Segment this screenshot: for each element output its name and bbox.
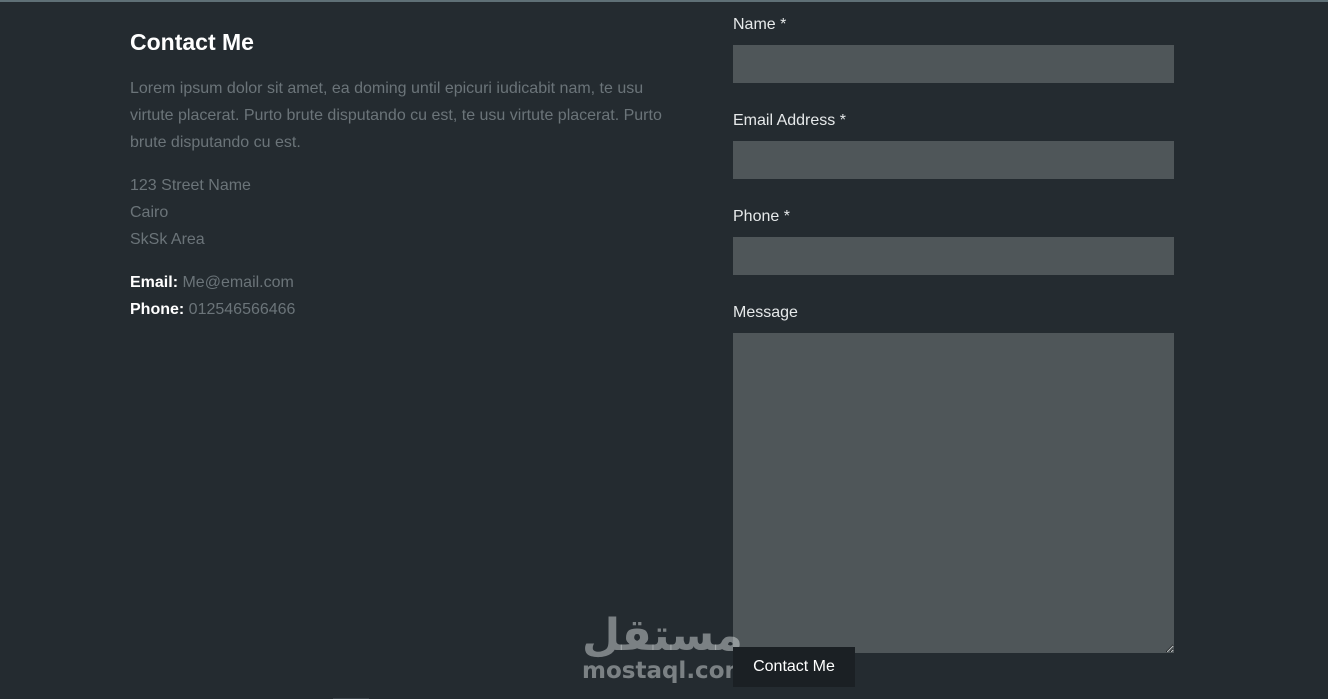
email-value: Me@email.com xyxy=(182,274,294,291)
email-label: Email Address * xyxy=(733,112,846,129)
address-line: 123 Street Name xyxy=(130,177,251,194)
message-textarea[interactable] xyxy=(733,333,1174,653)
contact-form: Name * Email Address * Phone * Message xyxy=(733,15,1174,653)
name-label: Name * xyxy=(733,16,787,33)
watermark-text: mostaql.com xyxy=(582,658,749,684)
contact-me-button[interactable]: Contact Me xyxy=(733,647,855,687)
section-title: Contact Me xyxy=(130,29,254,55)
name-input[interactable] xyxy=(733,45,1174,83)
email-line: Email: Me@email.com xyxy=(130,269,675,296)
address-block: 123 Street Name Cairo SkSk Area xyxy=(130,172,675,253)
name-field-group: Name * xyxy=(733,15,1174,83)
message-field-group: Message xyxy=(733,303,1174,653)
email-field-group: Email Address * xyxy=(733,111,1174,179)
phone-value: 012546566466 xyxy=(188,301,296,318)
phone-line: Phone: 012546566466 xyxy=(130,296,675,323)
phone-label: Phone * xyxy=(733,208,790,225)
email-input[interactable] xyxy=(733,141,1174,179)
watermark-arabic-glyph: مستقل xyxy=(582,610,743,661)
contact-details: Email: Me@email.com Phone: 012546566466 xyxy=(130,269,675,323)
contact-info-section: Contact Me Lorem ipsum dolor sit amet, e… xyxy=(130,28,675,323)
description-text: Lorem ipsum dolor sit amet, ea doming un… xyxy=(130,80,662,151)
phone-input[interactable] xyxy=(733,237,1174,275)
address-line: Cairo xyxy=(130,204,169,221)
mostaql-watermark-logo: مستقل mostaql.com xyxy=(582,610,749,692)
email-key: Email: xyxy=(130,274,179,291)
phone-field-group: Phone * xyxy=(733,207,1174,275)
phone-key: Phone: xyxy=(130,301,185,318)
address-line: SkSk Area xyxy=(130,231,205,248)
message-label: Message xyxy=(733,304,798,321)
